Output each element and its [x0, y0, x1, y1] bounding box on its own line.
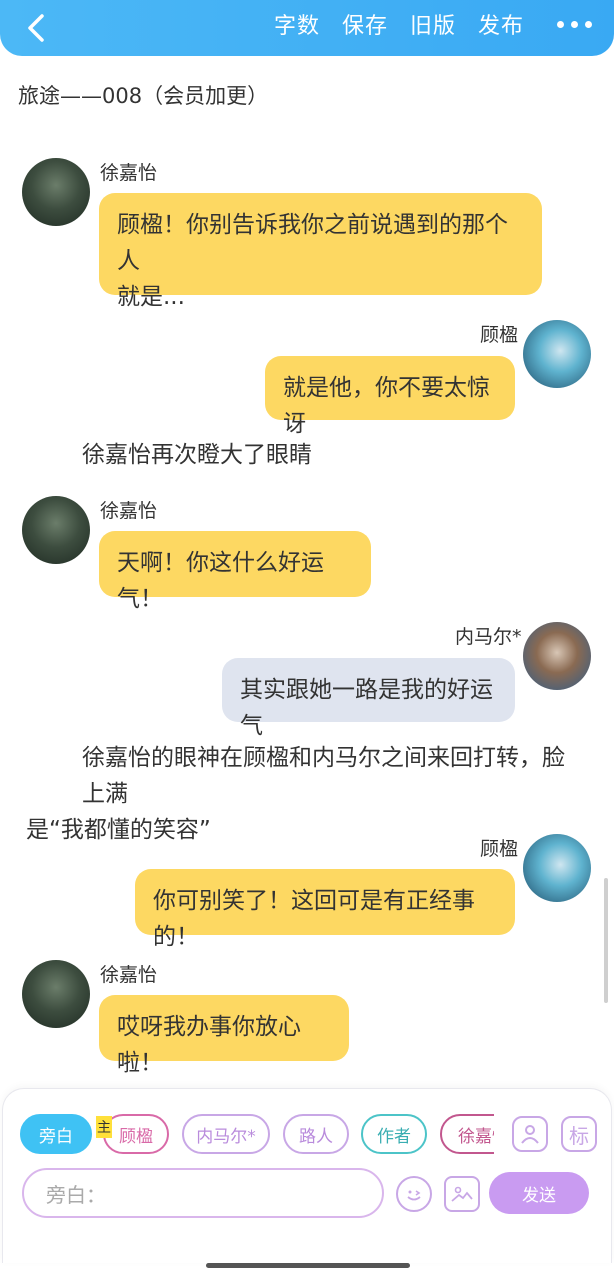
home-indicator [206, 1263, 410, 1268]
send-button[interactable]: 发送 [489, 1172, 589, 1214]
bubble-line: 就是... [117, 284, 185, 310]
bubble-text: 其实跟她一路是我的好运气 [240, 677, 493, 739]
publish-button[interactable]: 发布 [478, 8, 524, 40]
bubble-line: 顾楹！你别告诉我你之前说遇到的那个人 [117, 212, 508, 274]
avatar-gu-ying[interactable] [523, 320, 591, 388]
chat-bubble[interactable]: 其实跟她一路是我的好运气 [222, 658, 515, 739]
back-icon[interactable] [16, 8, 56, 48]
speaker-name: 顾楹 [480, 838, 519, 860]
bubble-text: 你可别笑了！这回可是有正经事的！ [153, 888, 475, 950]
save-button[interactable]: 保存 [342, 8, 388, 40]
narration-text[interactable]: 徐嘉怡再次瞪大了眼睛 [82, 437, 312, 473]
avatar-xu-jiayi[interactable] [22, 158, 90, 226]
speaker-name: 徐嘉怡 [100, 500, 158, 522]
avatar-xu-jiayi[interactable] [22, 496, 90, 564]
bubble-text: 天啊！你这什么好运气！ [117, 550, 324, 612]
bubble-text: 就是他，你不要太惊讶 [283, 375, 490, 437]
chip-author[interactable]: 作者 [361, 1114, 427, 1154]
chip-gu-ying[interactable]: 顾楹 [103, 1114, 169, 1154]
bubble-text: 哎呀我办事你放心啦！ [117, 1014, 301, 1076]
scrollbar[interactable] [604, 878, 608, 1003]
avatar-gu-ying[interactable] [523, 834, 591, 902]
contact-icon[interactable] [512, 1116, 548, 1152]
emoji-icon[interactable] [396, 1176, 432, 1212]
chip-passerby[interactable]: 路人 [283, 1114, 349, 1154]
more-icon[interactable] [557, 14, 592, 34]
tag-button[interactable]: 标 [561, 1116, 597, 1152]
narration-text[interactable]: 徐嘉怡的眼神在顾楹和内马尔之间来回打转，脸上满 是“我都懂的笑容” [26, 740, 586, 848]
main-role-tag: 主 [96, 1116, 112, 1138]
role-chips: 旁白 顾楹 内马尔* 路人 作者 徐嘉怡 [20, 1114, 494, 1158]
speaker-name: 徐嘉怡 [100, 964, 158, 986]
narration-line: 徐嘉怡的眼神在顾楹和内马尔之间来回打转，脸上满 [82, 745, 565, 807]
chat-bubble[interactable]: 天啊！你这什么好运气！ [99, 531, 371, 612]
top-bar: 字数 保存 旧版 发布 [0, 0, 614, 56]
chat-bubble[interactable]: 你可别笑了！这回可是有正经事的！ [135, 869, 515, 950]
chip-neymar[interactable]: 内马尔* [182, 1114, 270, 1154]
story-title: 旅途——008（会员加更） [18, 84, 269, 108]
speaker-name: 内马尔* [455, 626, 522, 648]
speaker-name: 徐嘉怡 [100, 162, 158, 184]
image-icon[interactable] [444, 1176, 480, 1212]
chat-bubble[interactable]: 就是他，你不要太惊讶 [265, 356, 515, 437]
chat-bubble[interactable]: 顾楹！你别告诉我你之前说遇到的那个人 就是... [99, 193, 542, 310]
avatar-neymar[interactable] [523, 622, 591, 690]
top-actions: 字数 保存 旧版 发布 [274, 0, 524, 48]
chip-xu-jiayi[interactable]: 徐嘉怡 [440, 1114, 494, 1154]
avatar-xu-jiayi[interactable] [22, 960, 90, 1028]
word-count-button[interactable]: 字数 [274, 8, 320, 40]
old-version-button[interactable]: 旧版 [410, 8, 456, 40]
speaker-name: 顾楹 [480, 324, 519, 346]
chip-narration[interactable]: 旁白 [20, 1114, 92, 1154]
chat-bubble[interactable]: 哎呀我办事你放心啦！ [99, 995, 349, 1076]
message-input[interactable]: 旁白： [22, 1168, 384, 1218]
